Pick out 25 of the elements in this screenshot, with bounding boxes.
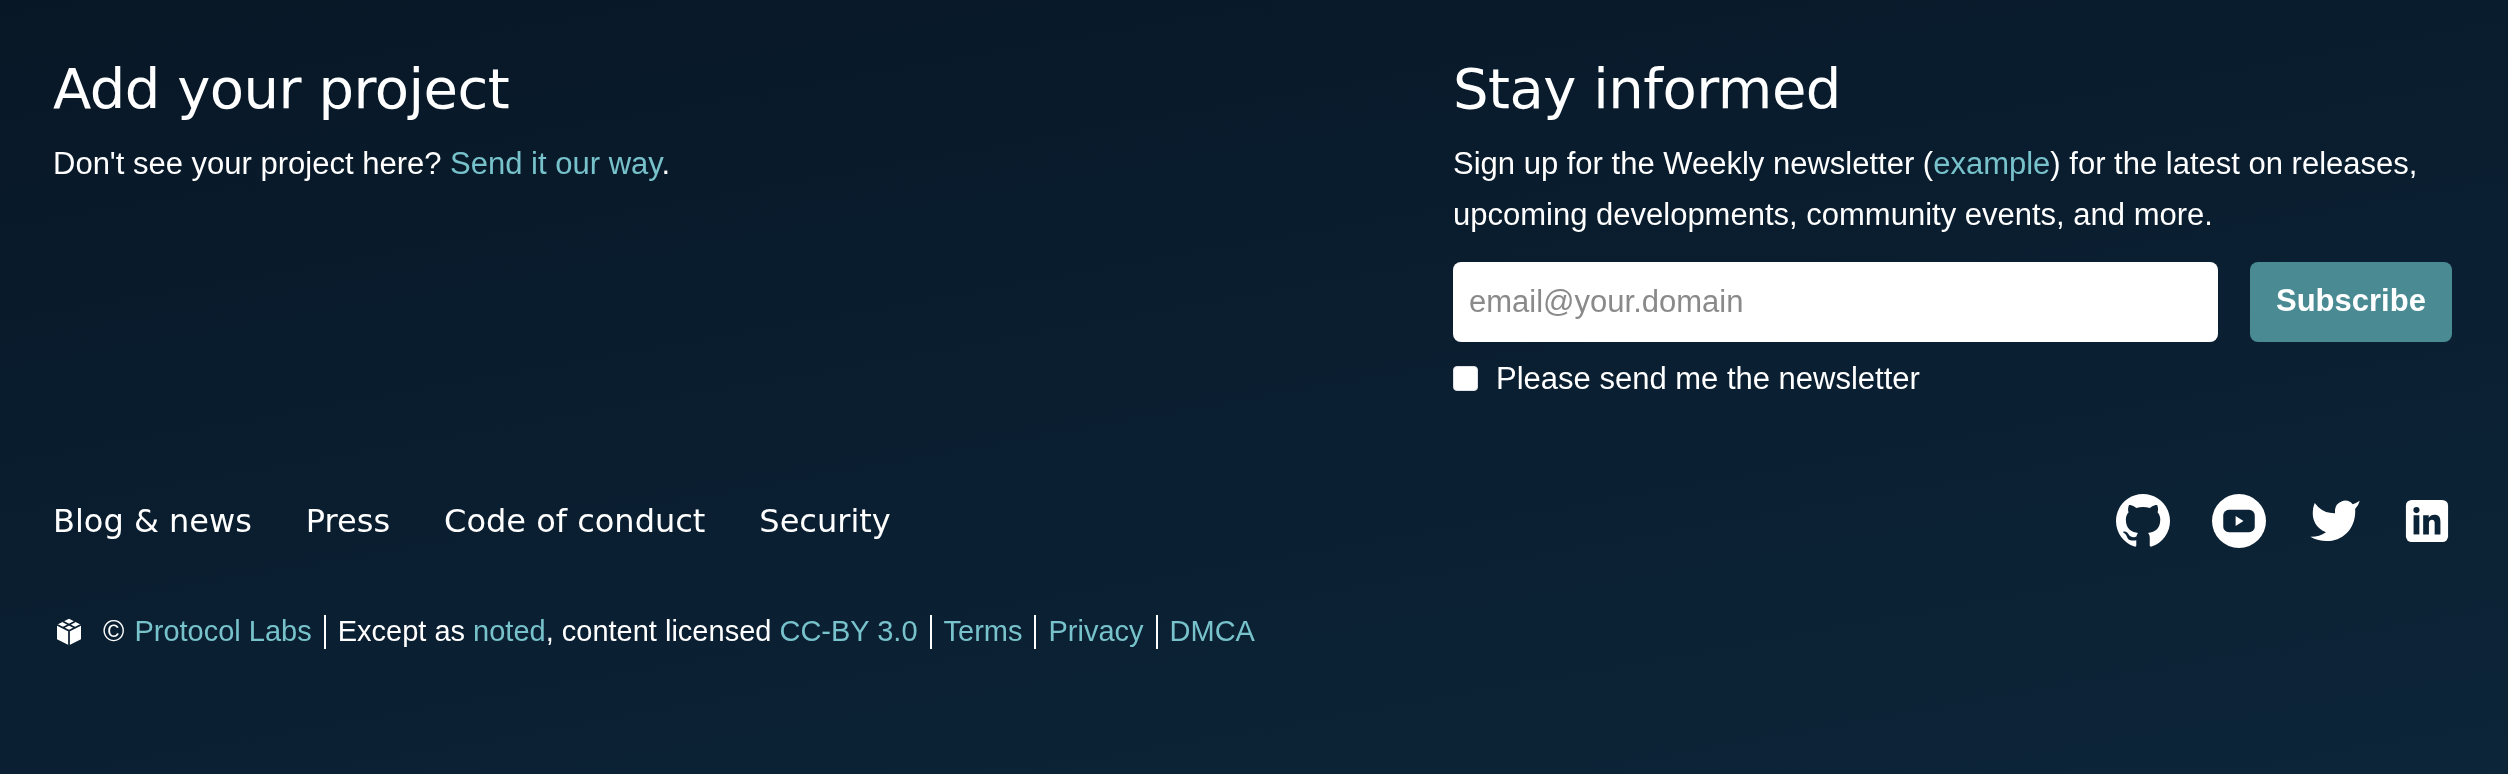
linkedin-icon[interactable] [2404,498,2450,545]
paragraph: Don't see your project here? Send it our way. [53,144,671,183]
nav-link[interactable]: Security [759,497,891,546]
checkbox[interactable] [1453,366,1478,392]
link[interactable]: noted [473,615,546,648]
link[interactable]: CC-BY 3.0 [779,615,918,648]
link[interactable]: Send it our way [450,145,662,181]
link[interactable]: DMCA [1169,610,1255,654]
link[interactable]: example [1933,145,2051,181]
nav-link[interactable]: Press [305,497,391,546]
section-heading: Add your project [53,58,511,120]
play-icon[interactable] [2212,494,2266,549]
nav-link[interactable]: Code of conduct [444,497,706,546]
section-heading: Stay informed [1453,58,1842,120]
paragraph: Sign up for the Weekly newsletter (example) for the latest on releases, upcoming developments, community events, and more. [1453,144,2419,234]
link[interactable]: Protocol Labs [134,610,312,654]
link[interactable]: Terms [943,610,1023,654]
copyright-symbol: © [103,614,125,650]
nav-link[interactable]: Blog & news [53,497,252,546]
checkbox-label: Please send me the newsletter [1496,359,1920,398]
github-icon[interactable] [2116,494,2170,549]
license-text: Except as noted, content licensed CC-BY 3.0 [337,614,918,650]
link[interactable]: Privacy [1048,610,1144,654]
subscribe-button[interactable]: Subscribe [2250,261,2452,342]
email-field[interactable]: email@your.domain [1453,261,2218,342]
